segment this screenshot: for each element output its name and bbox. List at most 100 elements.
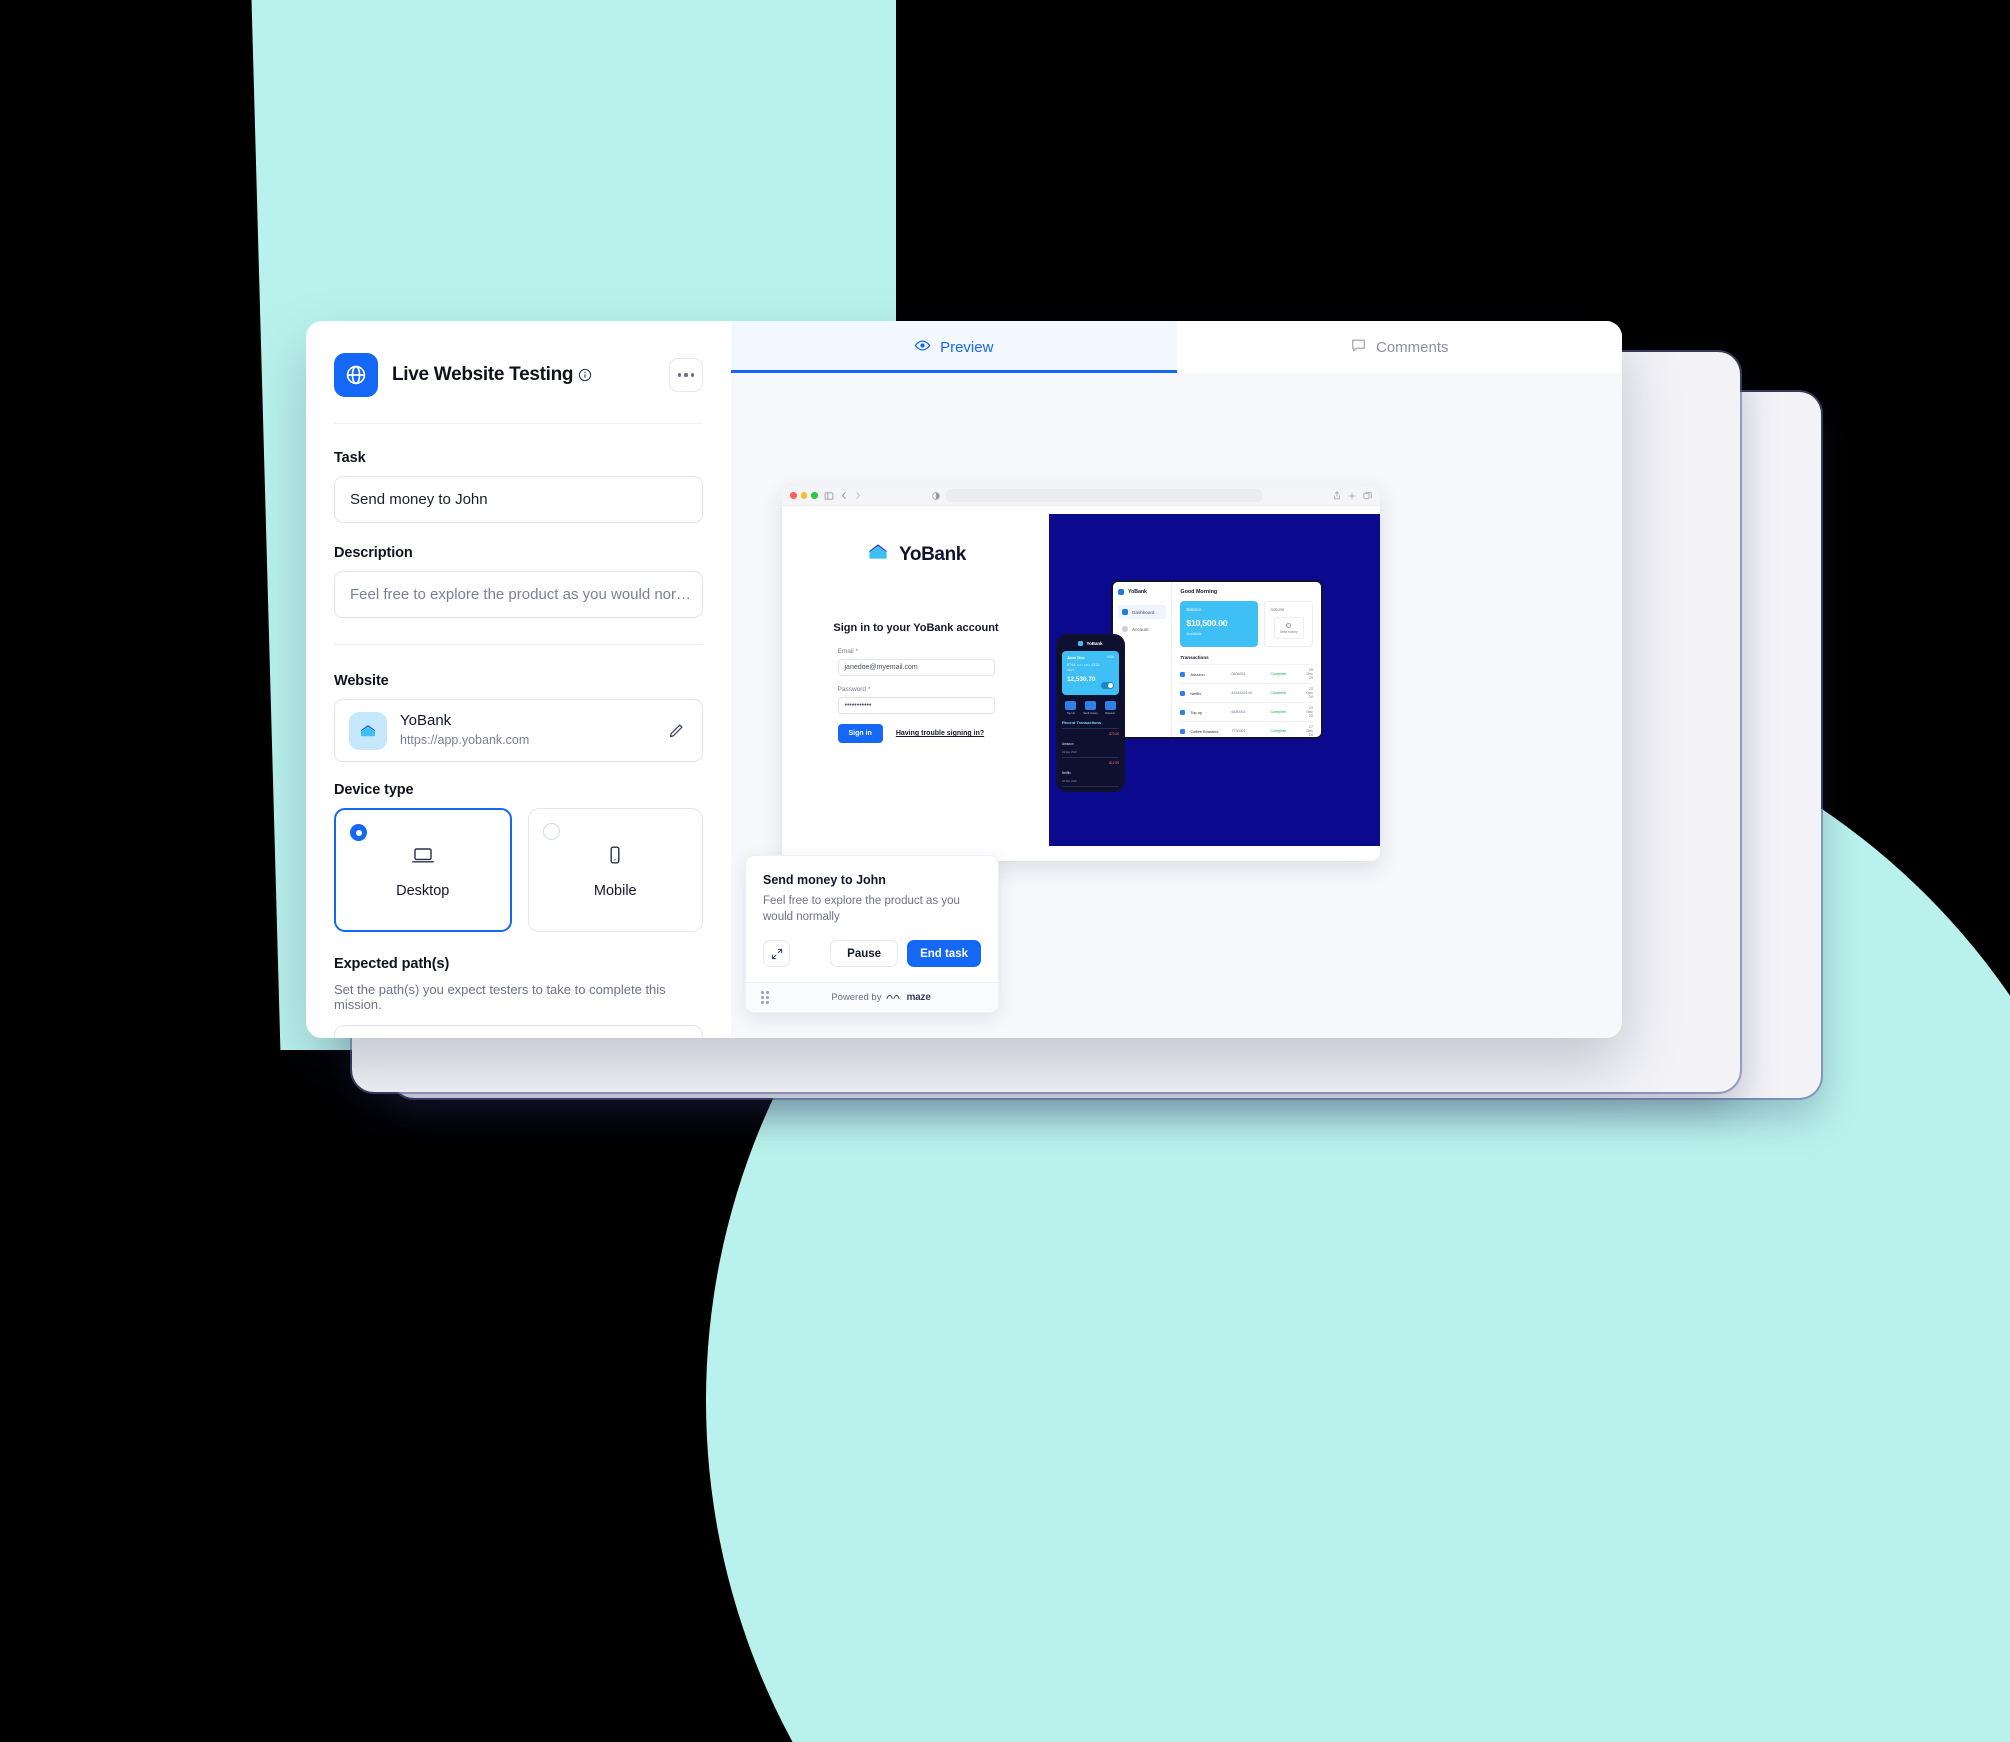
tx-date: 19 Dec 20 xyxy=(1306,706,1313,718)
merchant-icon xyxy=(1180,671,1186,677)
website-meta: YoBank https://app.yobank.com xyxy=(400,712,651,749)
task-field-group: Task Send money to John xyxy=(334,450,703,523)
task-input[interactable]: Send money to John xyxy=(334,476,703,523)
sidebar-icon[interactable] xyxy=(824,491,834,501)
minimize-icon[interactable] xyxy=(800,492,807,499)
eye-icon xyxy=(914,337,931,358)
browser-toolbar xyxy=(782,486,1380,506)
expected-paths-group: Expected path(s) Set the path(s) you exp… xyxy=(334,956,703,1038)
phone-recent-title: Recent Transactions xyxy=(1062,720,1102,725)
phone-mockup: YoBank Jane Doe VISA 8765 •••• •••• 4321… xyxy=(1056,634,1125,792)
mission-settings-panel: Live Website Testing Task Send money to … xyxy=(306,321,731,1038)
tx-id: 4444442140 xyxy=(1231,691,1252,695)
device-type-options: Desktop Mobile xyxy=(334,808,703,932)
list-item: Amazon 29 Dec 2020 -$70.00 xyxy=(1062,728,1119,757)
phone-tx-meta: Netflix 22 Dec 2020 xyxy=(1062,761,1077,783)
tab-preview[interactable]: Preview xyxy=(731,321,1177,373)
password-label: Password * xyxy=(837,686,871,693)
phone-card-top: Jane Doe VISA xyxy=(1067,655,1114,660)
table-row: Netflix 4444442140 Complete 22 Dec 20 xyxy=(1180,683,1313,702)
tabs-icon[interactable] xyxy=(1363,487,1372,505)
phone-tx-value: -$70.00 xyxy=(1108,732,1119,736)
actions-label: Actions xyxy=(1270,607,1285,612)
phone-brand-label: YoBank xyxy=(1086,641,1103,646)
plus-icon[interactable] xyxy=(1348,487,1356,505)
table-row: Coffee Roasters 7730001 Complete 17 Dec 20 xyxy=(1180,721,1313,737)
device-option-mobile-label: Mobile xyxy=(593,882,637,899)
status-badge: Complete xyxy=(1270,691,1287,695)
phone-action-topup[interactable]: Top Up xyxy=(1065,701,1077,715)
send-money-label: Send money xyxy=(1279,629,1298,634)
sidebar-item-account[interactable]: Account xyxy=(1118,622,1166,636)
email-field[interactable]: janedoe@myemail.com xyxy=(837,659,995,676)
task-widget-body: Send money to John Feel free to explore … xyxy=(746,856,998,982)
device-option-desktop[interactable]: Desktop xyxy=(334,808,512,932)
browser-url-area xyxy=(868,489,1328,502)
card-expiry: 09/27 xyxy=(1067,668,1074,672)
traffic-lights xyxy=(790,492,818,499)
screenshot-root: Live Website Testing Task Send money to … xyxy=(0,0,2010,1742)
phone-action-send[interactable]: Send money xyxy=(1083,701,1098,715)
send-money-action[interactable]: Send money xyxy=(1273,617,1304,639)
browser-url-input[interactable] xyxy=(946,489,1263,502)
maximize-icon[interactable] xyxy=(811,492,818,499)
yobank-logo-icon xyxy=(1078,641,1084,646)
radio-mobile[interactable] xyxy=(542,823,560,840)
status-badge: Complete xyxy=(1270,672,1287,676)
list-item: Netflix 22 Dec 2020 -$12.99 xyxy=(1062,757,1119,786)
reader-icon[interactable] xyxy=(932,491,940,500)
tx-date: 22 Dec 20 xyxy=(1306,687,1313,699)
tx-name: Amazon xyxy=(1190,671,1205,677)
topup-icon xyxy=(1065,701,1077,710)
dashboard-brand-label: YoBank xyxy=(1128,589,1147,595)
tx-name: Netflix xyxy=(1190,690,1202,696)
radio-desktop[interactable] xyxy=(350,824,367,841)
sidebar-item-dashboard[interactable]: Dashboard xyxy=(1118,605,1167,619)
signin-help-link[interactable]: Having trouble signing in? xyxy=(896,730,984,737)
browser-content: YoBank Sign in to your YoBank account Em… xyxy=(782,506,1380,861)
description-input[interactable]: Feel free to explore the product as you … xyxy=(334,571,703,618)
pause-button[interactable]: Pause xyxy=(830,940,899,967)
close-icon[interactable] xyxy=(790,492,797,499)
card-number: 8765 •••• •••• 4321 xyxy=(1067,663,1101,667)
phone-icon xyxy=(602,842,628,873)
path-card[interactable]: PATH 1 xyxy=(334,1025,703,1038)
website-card[interactable]: YoBank https://app.yobank.com xyxy=(334,699,703,762)
info-icon[interactable] xyxy=(578,368,592,382)
collapse-icon[interactable] xyxy=(763,940,790,967)
pencil-icon[interactable] xyxy=(664,719,688,743)
drag-grip-icon[interactable] xyxy=(761,990,769,1005)
share-icon[interactable] xyxy=(1333,487,1341,505)
send-icon xyxy=(1084,701,1096,710)
device-option-mobile[interactable]: Mobile xyxy=(527,808,703,932)
phone-tx-date: 29 Dec 2020 xyxy=(1062,751,1077,754)
card-toggle[interactable] xyxy=(1101,682,1114,689)
device-option-desktop-label: Desktop xyxy=(396,882,450,899)
transactions-table: Amazon 0804001 Complete 29 Dec 20 Netflix 44… xyxy=(1180,664,1313,737)
phone-action-request[interactable]: Request xyxy=(1104,701,1116,715)
dashboard-brand: YoBank xyxy=(1118,589,1166,595)
maze-logo-icon xyxy=(886,992,901,1004)
tx-name: Coffee Roasters xyxy=(1190,728,1219,734)
task-widget-actions: Pause End task xyxy=(763,940,981,967)
chevron-left-icon[interactable] xyxy=(840,491,848,500)
phone-tx-name: Amazon xyxy=(1062,742,1074,746)
signin-button[interactable]: Sign in xyxy=(837,724,883,743)
kebab-menu-icon[interactable] xyxy=(669,358,703,392)
chevron-right-icon[interactable] xyxy=(854,491,862,500)
device-type-group: Device type Desktop Mobile xyxy=(334,782,703,932)
tx-id: 6480001 xyxy=(1231,710,1246,714)
tx-date: 17 Dec 20 xyxy=(1306,725,1313,737)
app-window: Live Website Testing Task Send money to … xyxy=(306,321,1622,1038)
end-task-button[interactable]: End task xyxy=(907,940,981,967)
merchant-icon xyxy=(1180,728,1186,734)
password-field[interactable]: ••••••••••• xyxy=(837,697,995,714)
tx-date: 29 Dec 20 xyxy=(1306,668,1313,680)
section-divider xyxy=(334,644,703,645)
card-brand: VISA xyxy=(1106,655,1114,659)
tx-name: Top up xyxy=(1190,709,1203,715)
tab-comments[interactable]: Comments xyxy=(1176,321,1622,373)
dashboard-main: Good Morning Balance $10,500.00 Availabl… xyxy=(1172,582,1321,737)
